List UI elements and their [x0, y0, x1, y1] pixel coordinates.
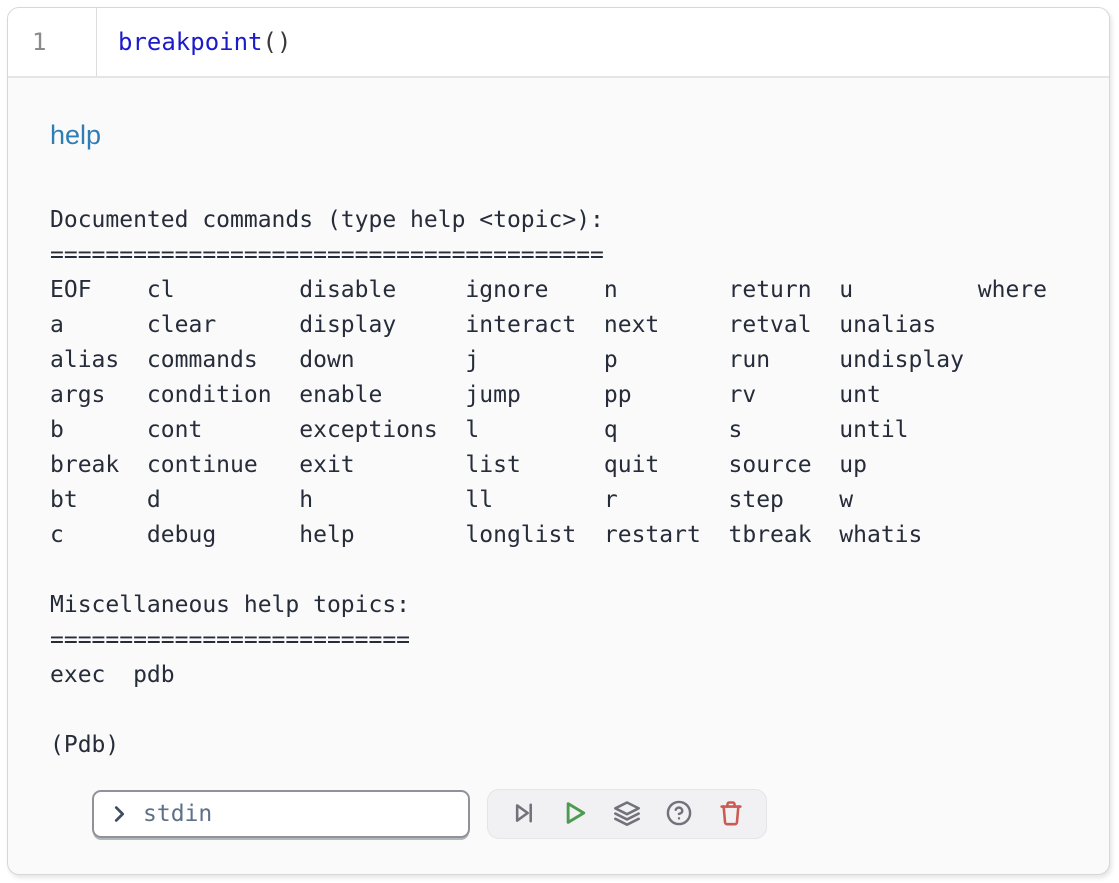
code-line[interactable]: breakpoint() — [97, 8, 291, 76]
help-circle-icon — [665, 799, 693, 830]
command-echo: help — [50, 120, 1069, 151]
console-controls: stdin — [92, 789, 1069, 839]
skip-next-icon — [509, 799, 537, 830]
layers-icon — [613, 799, 641, 830]
help-button[interactable] — [653, 792, 705, 836]
code-editor-row[interactable]: 1 breakpoint() — [8, 8, 1109, 78]
debug-button-bar — [487, 789, 767, 839]
step-button[interactable] — [497, 792, 549, 836]
stack-button[interactable] — [601, 792, 653, 836]
pdb-help-output: Documented commands (type help <topic>):… — [50, 203, 1069, 763]
run-button[interactable] — [549, 792, 601, 836]
debugger-panel: 1 breakpoint() help Documented commands … — [7, 7, 1110, 875]
play-icon — [560, 798, 590, 831]
console-output: help Documented commands (type help <top… — [8, 78, 1109, 839]
line-number-gutter: 1 — [8, 8, 97, 76]
code-token-function: breakpoint — [118, 28, 263, 56]
trash-icon — [717, 799, 745, 830]
stdin-input[interactable]: stdin — [92, 790, 470, 838]
stdin-placeholder: stdin — [143, 801, 212, 827]
code-token-parens: () — [263, 28, 292, 56]
delete-button[interactable] — [705, 792, 757, 836]
line-number: 1 — [32, 28, 46, 56]
chevron-right-icon — [108, 803, 130, 825]
